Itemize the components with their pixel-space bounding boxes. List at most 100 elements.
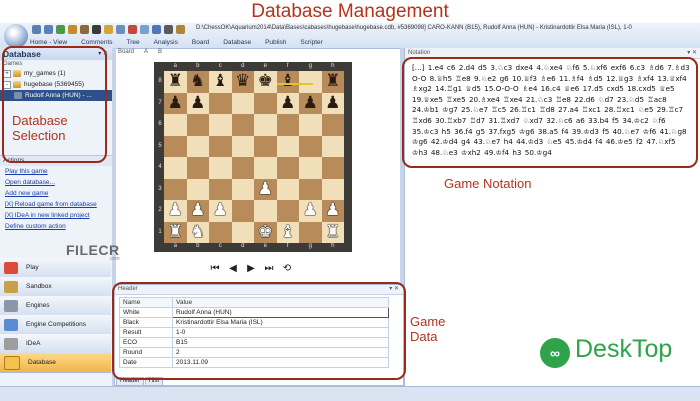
board-square-g2[interactable]: ♟: [299, 200, 322, 222]
action-open-database[interactable]: Open database...: [0, 177, 112, 188]
white-knight-icon[interactable]: ♞: [190, 223, 205, 241]
previous-move-icon[interactable]: ◀: [228, 263, 238, 274]
board-square-e8[interactable]: ♚: [254, 71, 277, 93]
white-pawn-icon[interactable]: ♟: [190, 202, 205, 219]
board-square-g3[interactable]: [299, 178, 322, 200]
module-idea-button[interactable]: IDeA: [0, 334, 111, 354]
board-square-g4[interactable]: [299, 157, 322, 179]
board-square-e6[interactable]: [254, 114, 277, 136]
settings-icon[interactable]: [152, 25, 161, 34]
board-square-h7[interactable]: ♟: [321, 92, 344, 114]
board-square-b1[interactable]: ♞: [186, 221, 209, 243]
board-square-e1[interactable]: ♚: [254, 221, 277, 243]
board-square-a3[interactable]: [164, 178, 187, 200]
board-square-c8[interactable]: ♝: [209, 71, 232, 93]
board-square-b8[interactable]: ♞: [186, 71, 209, 93]
action-reload-game[interactable]: [X] Reload game from database: [0, 199, 112, 210]
board-square-a8[interactable]: ♜: [164, 71, 187, 93]
board-square-h1[interactable]: ♜: [321, 221, 344, 243]
board-square-a1[interactable]: ♜: [164, 221, 187, 243]
board-square-e2[interactable]: [254, 200, 277, 222]
board-square-d3[interactable]: [231, 178, 254, 200]
layout-icon[interactable]: [164, 25, 173, 34]
white-king-icon[interactable]: ♚: [258, 223, 273, 241]
last-move-icon[interactable]: ⏭: [264, 263, 274, 274]
app-logo-icon[interactable]: [4, 24, 28, 48]
action-idea-linked-project[interactable]: [X] IDeA in new linked project: [0, 210, 112, 221]
action-play-game[interactable]: Play this game: [0, 166, 112, 177]
black-bishop-icon[interactable]: ♝: [213, 73, 228, 90]
sheet-tab-board[interactable]: Board: [118, 49, 134, 57]
board-square-d8[interactable]: ♛: [231, 71, 254, 93]
board-square-e7[interactable]: [254, 92, 277, 114]
print-icon[interactable]: [140, 25, 149, 34]
black-king-icon[interactable]: ♚: [258, 73, 273, 90]
board-square-b5[interactable]: [186, 135, 209, 157]
board-square-d7[interactable]: [231, 92, 254, 114]
next-move-icon[interactable]: ▶: [246, 263, 256, 274]
black-rook-icon[interactable]: ♜: [325, 73, 340, 90]
forward-icon[interactable]: [44, 25, 53, 34]
black-pawn-icon[interactable]: ♟: [190, 94, 205, 112]
menu-tree[interactable]: Tree: [127, 39, 140, 48]
module-engines-button[interactable]: Engines: [0, 296, 111, 316]
black-pawn-icon[interactable]: ♟: [168, 94, 183, 112]
black-rook-icon[interactable]: ♜: [168, 73, 183, 90]
menu-scripter[interactable]: Scripter: [300, 39, 322, 48]
board-square-f4[interactable]: [276, 157, 299, 179]
engine-icon[interactable]: [92, 25, 101, 34]
board-square-d1[interactable]: [231, 221, 254, 243]
board-square-b2[interactable]: ♟: [186, 200, 209, 222]
back-icon[interactable]: [32, 25, 41, 34]
board-square-d4[interactable]: [231, 157, 254, 179]
black-bishop-icon[interactable]: ♝: [280, 73, 295, 90]
board-square-f3[interactable]: [276, 178, 299, 200]
board-square-f8[interactable]: ♝: [276, 71, 299, 93]
white-rook-icon[interactable]: ♜: [325, 223, 340, 241]
board-square-c7[interactable]: [209, 92, 232, 114]
board-square-a2[interactable]: ♟: [164, 200, 187, 222]
board-square-c1[interactable]: [209, 221, 232, 243]
module-engine-competitions-button[interactable]: Engine Competitions: [0, 315, 111, 335]
white-pawn-icon[interactable]: ♟: [168, 202, 183, 219]
first-move-icon[interactable]: ⏮: [210, 263, 220, 274]
module-database-button[interactable]: Database: [0, 353, 111, 373]
board-square-b7[interactable]: ♟: [186, 92, 209, 114]
board-square-h4[interactable]: [321, 157, 344, 179]
black-pawn-icon[interactable]: ♟: [280, 94, 295, 112]
board-square-c4[interactable]: [209, 157, 232, 179]
menu-database[interactable]: Database: [223, 39, 251, 48]
board-square-e5[interactable]: [254, 135, 277, 157]
board-square-c5[interactable]: [209, 135, 232, 157]
board-square-f5[interactable]: [276, 135, 299, 157]
menu-board[interactable]: Board: [192, 39, 209, 48]
board-square-h8[interactable]: ♜: [321, 71, 344, 93]
flip-board-icon[interactable]: ⟲: [282, 263, 292, 274]
board-square-g6[interactable]: [299, 114, 322, 136]
sheet-tab-a[interactable]: A: [144, 49, 148, 57]
black-queen-icon[interactable]: ♛: [235, 73, 250, 90]
board-square-g8[interactable]: [299, 71, 322, 93]
action-add-new-game[interactable]: Add new game: [0, 188, 112, 199]
board-square-a5[interactable]: [164, 135, 187, 157]
board-square-b3[interactable]: [186, 178, 209, 200]
module-sandbox-button[interactable]: Sandbox: [0, 277, 111, 297]
refresh-icon[interactable]: [56, 25, 65, 34]
board-square-c2[interactable]: ♟: [209, 200, 232, 222]
save-icon[interactable]: [68, 25, 77, 34]
board-square-e4[interactable]: [254, 157, 277, 179]
white-pawn-icon[interactable]: ♟: [213, 202, 228, 219]
board-square-a7[interactable]: ♟: [164, 92, 187, 114]
board-square-b4[interactable]: [186, 157, 209, 179]
board-square-d6[interactable]: [231, 114, 254, 136]
black-pawn-icon[interactable]: ♟: [325, 94, 340, 112]
board-square-f6[interactable]: [276, 114, 299, 136]
board-icon[interactable]: [80, 25, 89, 34]
board-square-h5[interactable]: [321, 135, 344, 157]
board-square-h2[interactable]: ♟: [321, 200, 344, 222]
board-square-e3[interactable]: ♟: [254, 178, 277, 200]
tools-icon[interactable]: [176, 25, 185, 34]
menu-publish[interactable]: Publish: [265, 39, 286, 48]
paste-icon[interactable]: [128, 25, 137, 34]
board-square-h6[interactable]: [321, 114, 344, 136]
